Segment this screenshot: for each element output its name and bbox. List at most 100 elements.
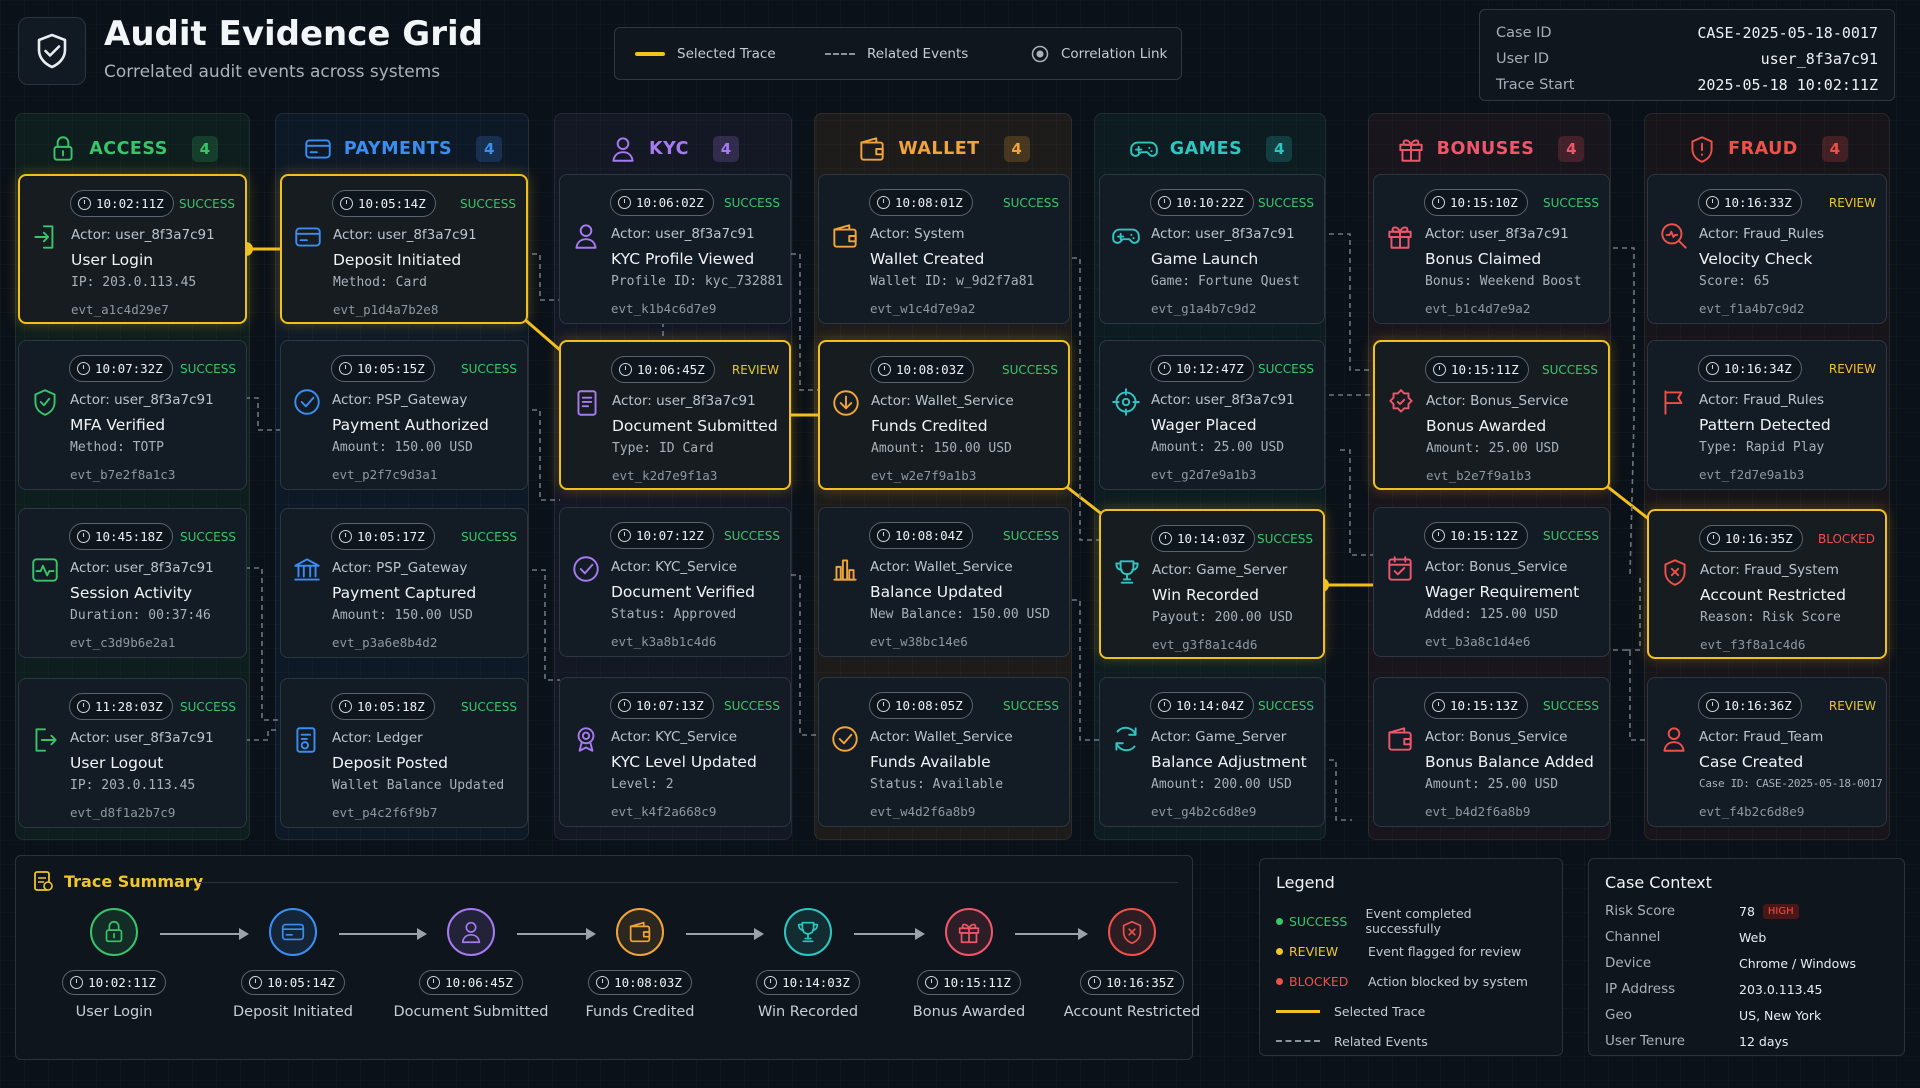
event-actor: Actor: PSP_Gateway <box>332 392 468 408</box>
clock-icon <box>77 700 90 713</box>
event-id[interactable]: evt_w1c4d7e9a2 <box>870 301 975 316</box>
event-id[interactable]: evt_w38bc14e6 <box>870 634 968 649</box>
event-card[interactable]: 10:05:15Z SUCCESS Actor: PSP_Gateway Paymen… <box>280 340 528 490</box>
event-card[interactable]: 10:15:12Z SUCCESS Actor: Bonus_Service Wage… <box>1373 507 1610 657</box>
event-status: SUCCESS <box>180 700 236 714</box>
event-card[interactable]: 10:14:04Z SUCCESS Actor: Game_Server Balanc… <box>1099 677 1325 827</box>
event-id[interactable]: evt_b2e7f9a1b3 <box>1426 468 1531 483</box>
column-header-fraud[interactable]: FRAUD 4 <box>1645 120 1889 178</box>
event-id[interactable]: evt_c3d9b6e2a1 <box>70 635 175 650</box>
event-card[interactable]: 10:15:11Z SUCCESS Actor: Bonus_Service Bonu… <box>1373 340 1610 490</box>
column-header-kyc[interactable]: KYC 4 <box>555 120 791 178</box>
event-id[interactable]: evt_b7e2f8a1c3 <box>70 467 175 482</box>
event-id[interactable]: evt_k3a8b1c4d6 <box>611 634 716 649</box>
event-card[interactable]: 10:45:18Z SUCCESS Actor: user_8f3a7c91 Sess… <box>18 508 247 658</box>
event-time: 10:15:12Z <box>1450 528 1518 543</box>
event-detail: Method: Card <box>333 275 427 290</box>
refresh-icon <box>1110 723 1142 755</box>
event-card[interactable]: 10:07:13Z SUCCESS Actor: KYC_Service KYC Le… <box>559 677 791 827</box>
event-id[interactable]: evt_b4d2f6a8b9 <box>1425 804 1530 819</box>
event-id[interactable]: evt_a1c4d29e7 <box>71 302 169 317</box>
column-header-access[interactable]: ACCESS 4 <box>16 120 249 178</box>
event-id[interactable]: evt_p2f7c9d3a1 <box>332 467 437 482</box>
event-card[interactable]: 10:16:33Z REVIEW Actor: Fraud_Rules Velocit… <box>1647 174 1887 324</box>
event-card[interactable]: 10:05:17Z SUCCESS Actor: PSP_Gateway Paymen… <box>280 508 528 658</box>
badge-icon <box>1385 387 1417 419</box>
activity-icon <box>29 554 61 586</box>
event-card[interactable]: 10:16:36Z REVIEW Actor: Fraud_Team Case Cre… <box>1647 677 1887 827</box>
event-id[interactable]: evt_g3f8a1c4d6 <box>1152 637 1257 652</box>
event-detail: Method: TOTP <box>70 440 164 455</box>
event-id[interactable]: evt_w2e7f9a1b3 <box>871 468 976 483</box>
event-card[interactable]: 10:05:14Z SUCCESS Actor: user_8f3a7c91 Depo… <box>280 174 528 324</box>
event-time-pill: 10:08:04Z <box>869 522 973 549</box>
event-actor: Actor: Wallet_Service <box>870 559 1013 575</box>
event-status: SUCCESS <box>461 362 517 376</box>
event-status: REVIEW <box>1828 699 1876 713</box>
clock-icon <box>618 196 631 209</box>
event-card[interactable]: 10:08:04Z SUCCESS Actor: Wallet_Service Bal… <box>818 507 1070 657</box>
event-actor: Actor: Wallet_Service <box>870 729 1013 745</box>
event-card[interactable]: 10:08:03Z SUCCESS Actor: Wallet_Service Fun… <box>818 340 1070 490</box>
event-card[interactable]: 11:28:03Z SUCCESS Actor: user_8f3a7c91 User… <box>18 678 247 828</box>
event-id[interactable]: evt_g2d7e9a1b3 <box>1151 467 1256 482</box>
event-card[interactable]: 10:07:32Z SUCCESS Actor: user_8f3a7c91 MFA … <box>18 340 247 490</box>
event-id[interactable]: evt_b3a8c1d4e6 <box>1425 634 1530 649</box>
event-time: 10:15:11Z <box>1451 362 1519 377</box>
event-id[interactable]: evt_f4b2c6d8e9 <box>1699 804 1804 819</box>
event-id[interactable]: evt_f1a4b7c9d2 <box>1699 301 1804 316</box>
event-id[interactable]: evt_k1b4c6d7e9 <box>611 301 716 316</box>
event-id[interactable]: evt_g1a4b7c9d2 <box>1151 301 1256 316</box>
event-actor: Actor: Bonus_Service <box>1425 559 1568 575</box>
event-id[interactable]: evt_p1d4a7b2e8 <box>333 302 438 317</box>
event-detail: Score: 65 <box>1699 274 1770 289</box>
event-card[interactable]: 10:06:02Z SUCCESS Actor: user_8f3a7c91 KYC … <box>559 174 791 324</box>
event-detail: Wallet ID: w_9d2f7a81 <box>870 274 1035 289</box>
event-card[interactable]: 10:10:22Z SUCCESS Actor: user_8f3a7c91 Game… <box>1099 174 1325 324</box>
event-card[interactable]: 10:07:12Z SUCCESS Actor: KYC_Service Docume… <box>559 507 791 657</box>
event-id[interactable]: evt_f2d7e9a1b3 <box>1699 467 1804 482</box>
event-name: Wallet Created <box>870 250 985 268</box>
event-card[interactable]: 10:16:34Z REVIEW Actor: Fraud_Rules Pattern… <box>1647 340 1887 490</box>
event-status: BLOCKED <box>1817 532 1875 546</box>
event-id[interactable]: evt_w4d2f6a8b9 <box>870 804 975 819</box>
event-name: Deposit Posted <box>332 754 448 772</box>
event-card[interactable]: 10:08:05Z SUCCESS Actor: Wallet_Service Fun… <box>818 677 1070 827</box>
column-count-badge: 4 <box>1558 136 1585 162</box>
event-card[interactable]: 10:02:11Z SUCCESS Actor: user_8f3a7c91 User… <box>18 174 247 324</box>
event-id[interactable]: evt_b1c4d7e9a2 <box>1425 301 1530 316</box>
column-header-games[interactable]: GAMES 4 <box>1095 120 1325 178</box>
event-name: Wager Placed <box>1151 416 1257 434</box>
event-card[interactable]: 10:15:13Z SUCCESS Actor: Bonus_Service Bonu… <box>1373 677 1610 827</box>
event-id[interactable]: evt_p3a6e8b4d2 <box>332 635 437 650</box>
event-time-pill: 10:08:01Z <box>869 189 973 216</box>
event-detail: Bonus: Weekend Boost <box>1425 274 1582 289</box>
event-card[interactable]: 10:05:18Z SUCCESS Actor: Ledger Deposit Pos… <box>280 678 528 828</box>
column-header-wallet[interactable]: WALLET 4 <box>815 120 1071 178</box>
event-actor: Actor: Ledger <box>332 730 423 746</box>
event-card[interactable]: 10:14:03Z SUCCESS Actor: Game_Server Win Re… <box>1099 509 1325 659</box>
column-header-bonuses[interactable]: BONUSES 4 <box>1369 120 1610 178</box>
event-id[interactable]: evt_k4f2a668c9 <box>611 804 716 819</box>
event-card[interactable]: 10:15:10Z SUCCESS Actor: user_8f3a7c91 Bonu… <box>1373 174 1610 324</box>
event-id[interactable]: evt_f3f8a1c4d6 <box>1700 637 1805 652</box>
event-id[interactable]: evt_d8f1a2b7c9 <box>70 805 175 820</box>
event-name: Win Recorded <box>1152 586 1259 604</box>
column-header-payments[interactable]: PAYMENTS 4 <box>276 120 528 178</box>
event-card[interactable]: 10:12:47Z SUCCESS Actor: user_8f3a7c91 Wage… <box>1099 340 1325 490</box>
clock-icon <box>339 530 352 543</box>
event-status: SUCCESS <box>1258 362 1314 376</box>
lock-icon <box>47 133 79 165</box>
event-time-pill: 10:05:15Z <box>331 355 435 382</box>
event-actor: Actor: user_8f3a7c91 <box>612 393 756 409</box>
event-id[interactable]: evt_k2d7e9f1a3 <box>612 468 717 483</box>
event-name: Funds Credited <box>871 417 988 435</box>
event-card[interactable]: 10:08:01Z SUCCESS Actor: System Wallet Crea… <box>818 174 1070 324</box>
event-id[interactable]: evt_g4b2c6d8e9 <box>1151 804 1256 819</box>
column-count-badge: 4 <box>191 136 218 162</box>
event-name: Wager Requirement <box>1425 583 1580 601</box>
event-id[interactable]: evt_p4c2f6f9b7 <box>332 805 437 820</box>
event-card[interactable]: 10:16:35Z BLOCKED Actor: Fraud_System Accou… <box>1647 509 1887 659</box>
event-card[interactable]: 10:06:45Z REVIEW Actor: user_8f3a7c91 Docum… <box>559 340 791 490</box>
event-time: 10:16:33Z <box>1724 195 1792 210</box>
